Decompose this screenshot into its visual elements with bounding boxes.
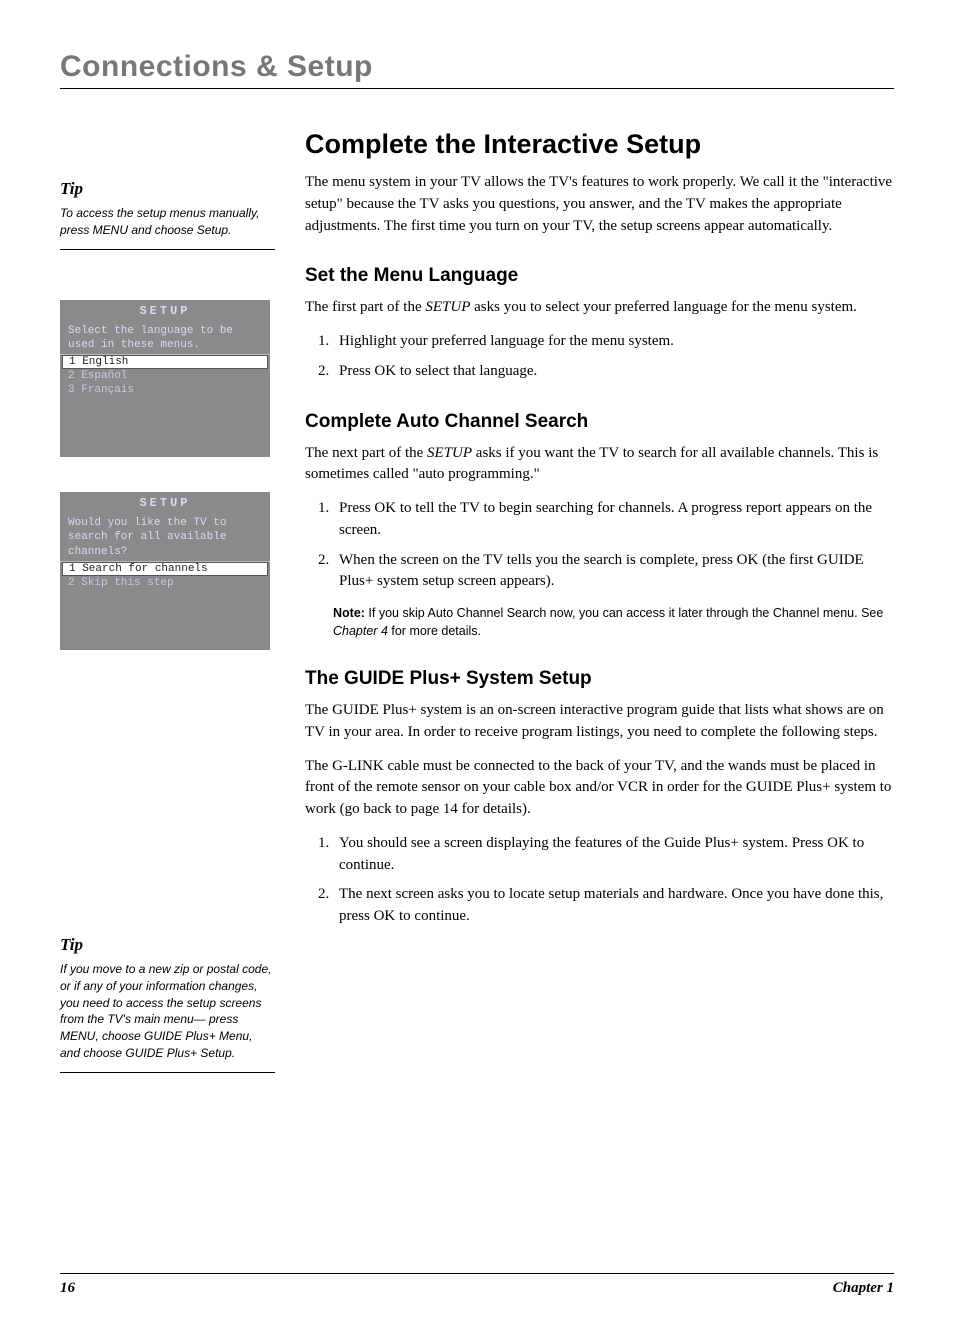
page-header: Connections & Setup — [60, 50, 894, 89]
section2-paragraph: The next part of the SETUP asks if you w… — [305, 443, 894, 487]
tip-heading: Tip — [60, 179, 275, 199]
text: The first part of the — [305, 299, 425, 315]
list-item: You should see a screen displaying the f… — [333, 833, 894, 877]
section1-list: Highlight your preferred language for th… — [305, 331, 894, 383]
setup-box-language: SETUP Select the language to be used in … — [60, 300, 270, 458]
tip-block-2: Tip If you move to a new zip or postal c… — [60, 935, 275, 1073]
setup-word: SETUP — [427, 445, 472, 461]
list-item: Press OK to select that language. — [333, 361, 894, 383]
setup-prompt: Would you like the TV to search for all … — [60, 514, 270, 562]
intro-paragraph: The menu system in your TV allows the TV… — [305, 172, 894, 237]
tip-text: To access the setup menus manually, pres… — [60, 205, 275, 250]
tip-block-1: Tip To access the setup menus manually, … — [60, 179, 275, 250]
section-title-channel: Complete Auto Channel Search — [305, 411, 894, 433]
tip-heading: Tip — [60, 935, 275, 955]
content-columns: Tip To access the setup menus manually, … — [60, 129, 894, 1113]
list-item: Press OK to tell the TV to begin searchi… — [333, 498, 894, 542]
section3-p1: The GUIDE Plus+ system is an on-screen i… — [305, 700, 894, 744]
setup-box-title: SETUP — [60, 300, 270, 322]
note-label: Note: — [333, 606, 365, 620]
tip-text: If you move to a new zip or postal code,… — [60, 961, 275, 1073]
text: asks you to select your preferred langua… — [470, 299, 857, 315]
note-ref: Chapter 4 — [333, 624, 388, 638]
setup-option-skip: 2 Skip this step — [60, 576, 270, 590]
setup-option-francais: 3 Français — [60, 383, 270, 397]
section-title-language: Set the Menu Language — [305, 265, 894, 287]
page-footer: 16 Chapter 1 — [60, 1273, 894, 1297]
section3-list: You should see a screen displaying the f… — [305, 833, 894, 928]
section-title-guide: The GUIDE Plus+ System Setup — [305, 668, 894, 690]
list-item: Highlight your preferred language for th… — [333, 331, 894, 353]
note-text: for more details. — [388, 624, 481, 638]
note-block: Note: If you skip Auto Channel Search no… — [333, 605, 894, 640]
setup-box-channels: SETUP Would you like the TV to search fo… — [60, 492, 270, 650]
setup-option-english: 1 English — [62, 355, 268, 369]
setup-box-title: SETUP — [60, 492, 270, 514]
text: The next part of the — [305, 445, 427, 461]
section2-list: Press OK to tell the TV to begin searchi… — [305, 498, 894, 593]
page-number: 16 — [60, 1280, 75, 1297]
setup-prompt: Select the language to be used in these … — [60, 322, 270, 356]
main-content: Complete the Interactive Setup The menu … — [305, 129, 894, 1113]
sidebar: Tip To access the setup menus manually, … — [60, 129, 275, 1113]
main-title: Complete the Interactive Setup — [305, 129, 894, 160]
list-item: The next screen asks you to locate setup… — [333, 884, 894, 928]
section1-paragraph: The first part of the SETUP asks you to … — [305, 297, 894, 319]
list-item: When the screen on the TV tells you the … — [333, 550, 894, 594]
setup-option-search: 1 Search for channels — [62, 562, 268, 576]
note-text: If you skip Auto Channel Search now, you… — [365, 606, 883, 620]
section3-p2: The G-LINK cable must be connected to th… — [305, 756, 894, 821]
chapter-label: Chapter 1 — [833, 1280, 894, 1297]
setup-word: SETUP — [425, 299, 470, 315]
setup-option-espanol: 2 Español — [60, 369, 270, 383]
